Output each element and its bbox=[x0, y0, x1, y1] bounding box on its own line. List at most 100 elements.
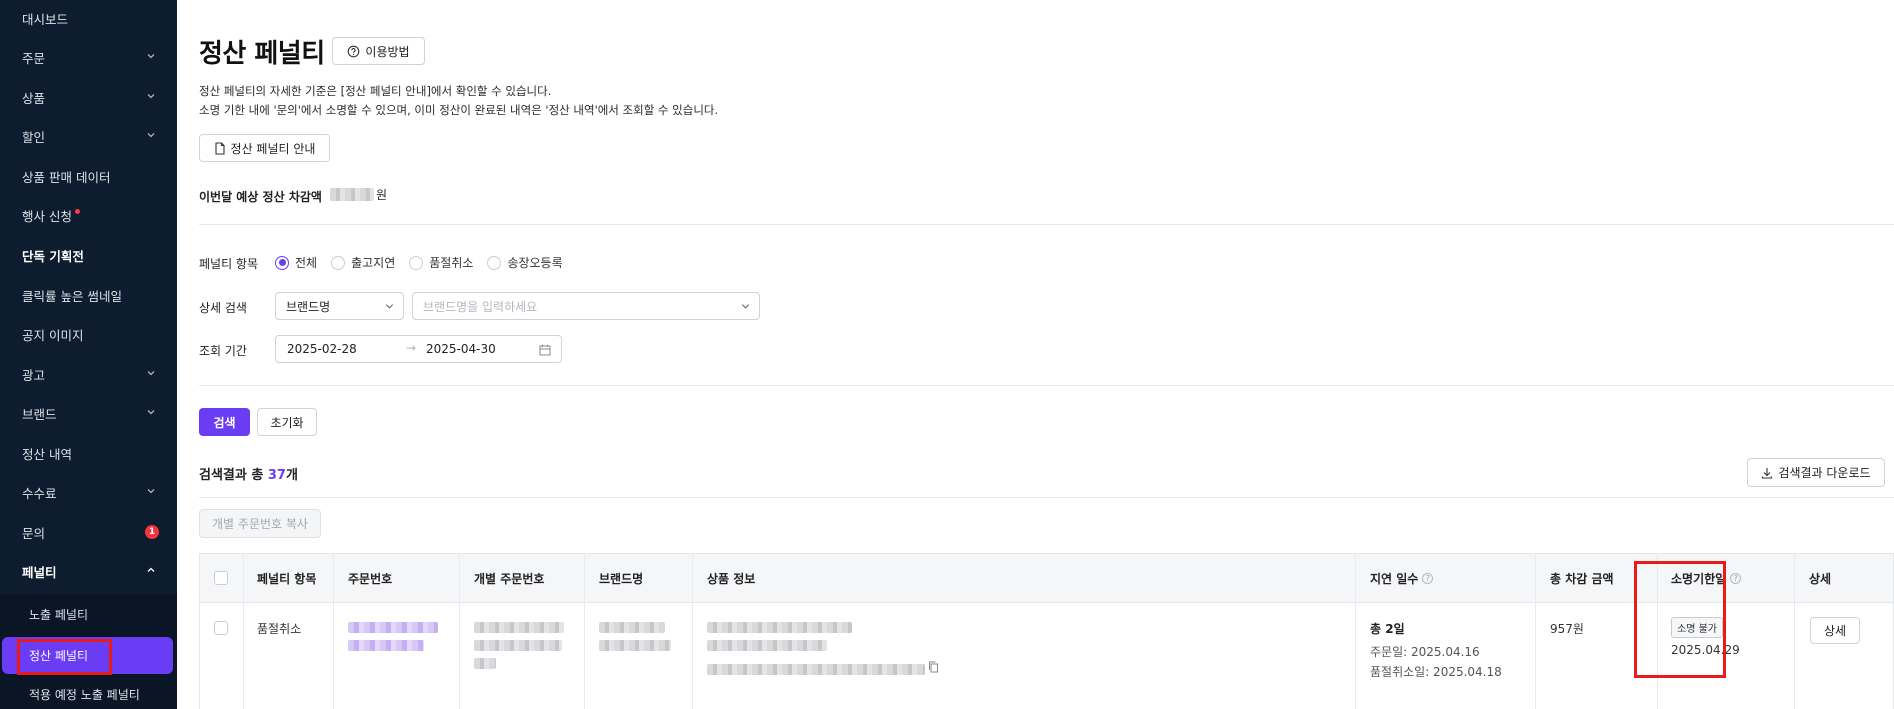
main-content: 정산 페널티 이용방법 정산 페널티의 자세한 기준은 [정산 페널티 안내]에… bbox=[177, 0, 1894, 709]
date-from[interactable]: 2025-02-28 bbox=[287, 342, 357, 356]
penalty-filter-label: 페널티 항목 bbox=[199, 257, 259, 271]
row-checkbox[interactable] bbox=[214, 621, 228, 635]
penalty-guide-button[interactable]: 정산 페널티 안내 bbox=[199, 134, 330, 162]
sidebar-item-label: 상품 판매 데이터 bbox=[22, 169, 111, 185]
brand-search-input[interactable]: 브랜드명을 입력하세요 bbox=[412, 292, 760, 320]
detail-search-select[interactable]: 브랜드명 bbox=[275, 292, 404, 320]
reset-button[interactable]: 초기화 bbox=[257, 408, 317, 436]
page-title: 정산 페널티 bbox=[199, 39, 325, 69]
sidebar-item-exclusive[interactable]: 단독 기획전 bbox=[0, 244, 177, 266]
select-all-checkbox[interactable] bbox=[214, 571, 228, 585]
radio-soldout-cancel[interactable]: 품절취소 bbox=[409, 254, 473, 271]
sidebar-item-label: 문의 bbox=[22, 525, 46, 541]
download-icon bbox=[1762, 467, 1773, 479]
date-to[interactable]: 2025-04-30 bbox=[426, 342, 496, 356]
sidebar-item-inquiry[interactable]: 문의 1 bbox=[0, 521, 177, 543]
sidebar-item-label: 대시보드 bbox=[22, 11, 69, 27]
redacted-order-number[interactable] bbox=[348, 640, 424, 651]
detail-search-label: 상세 검색 bbox=[199, 301, 247, 315]
column-divider bbox=[1355, 554, 1356, 709]
sidebar-subitem-upcoming-penalty[interactable]: 적용 예정 노출 페널티 bbox=[0, 683, 177, 705]
chevron-down-icon bbox=[147, 371, 155, 376]
download-results-button[interactable]: 검색결과 다운로드 bbox=[1747, 458, 1885, 487]
arrow-right-icon: → bbox=[406, 341, 417, 355]
sidebar-item-event-apply[interactable]: 행사 신청 bbox=[0, 204, 177, 226]
radio-wrong-invoice[interactable]: 송장오등록 bbox=[487, 254, 563, 271]
input-placeholder: 브랜드명을 입력하세요 bbox=[423, 299, 538, 314]
column-divider bbox=[243, 554, 244, 709]
radio-shipping-delay[interactable]: 출고지연 bbox=[331, 254, 395, 271]
penalty-type: 품절취소 bbox=[257, 622, 302, 636]
copy-icon[interactable] bbox=[928, 661, 939, 673]
radio-label: 출고지연 bbox=[351, 256, 396, 270]
copy-order-number-button[interactable]: 개별 주문번호 복사 bbox=[199, 509, 321, 538]
download-label: 검색결과 다운로드 bbox=[1778, 466, 1871, 480]
divider bbox=[199, 224, 1894, 225]
help-circle-icon bbox=[348, 45, 360, 57]
column-divider bbox=[692, 554, 693, 709]
column-header-total-deduction: 총 차감 금액 bbox=[1550, 572, 1614, 586]
column-header-delay-days: 지연 일수? bbox=[1370, 570, 1434, 587]
column-divider bbox=[459, 554, 460, 709]
sidebar-subitem-settlement-penalty[interactable]: 정산 페널티 bbox=[2, 637, 173, 674]
redacted-item-order bbox=[474, 658, 496, 669]
radio-label: 품절취소 bbox=[429, 256, 474, 270]
redacted-product-info bbox=[707, 640, 827, 651]
redacted-order-number[interactable] bbox=[348, 622, 438, 633]
penalty-radio-group: 전체 출고지연 품절취소 송장오등록 bbox=[275, 254, 563, 271]
sidebar-item-dashboard[interactable]: 대시보드 bbox=[0, 7, 177, 29]
sidebar-item-ads[interactable]: 광고 bbox=[0, 363, 177, 385]
column-header-order-number: 주문번호 bbox=[348, 572, 393, 586]
sidebar-item-discount[interactable]: 할인 bbox=[0, 125, 177, 147]
date-range-picker[interactable]: 2025-02-28 → 2025-04-30 bbox=[275, 335, 562, 363]
document-icon bbox=[214, 141, 225, 155]
sidebar-item-products[interactable]: 상품 bbox=[0, 86, 177, 108]
howto-button[interactable]: 이용방법 bbox=[332, 37, 425, 65]
column-header-item-order-number: 개별 주문번호 bbox=[474, 572, 545, 586]
sidebar-item-settlement[interactable]: 정산 내역 bbox=[0, 442, 177, 464]
radio-all[interactable]: 전체 bbox=[275, 254, 317, 271]
help-icon[interactable]: ? bbox=[1730, 573, 1742, 584]
description-line-2: 소명 기한 내에 '문의'에서 소명할 수 있으며, 이미 정산이 완료된 내역… bbox=[199, 103, 719, 117]
sidebar-item-notice-image[interactable]: 공지 이미지 bbox=[0, 323, 177, 345]
sidebar-subitem-exposure-penalty[interactable]: 노출 페널티 bbox=[0, 603, 177, 625]
detail-button[interactable]: 상세 bbox=[1810, 617, 1860, 644]
column-header-penalty: 페널티 항목 bbox=[257, 572, 317, 586]
radio-indicator bbox=[409, 255, 424, 270]
results-suffix: 개 bbox=[285, 468, 298, 483]
column-header-product-info: 상품 정보 bbox=[707, 572, 756, 586]
description-line-1: 정산 페널티의 자세한 기준은 [정산 페널티 안내]에서 확인할 수 있습니다… bbox=[199, 84, 552, 98]
redacted-item-order bbox=[474, 640, 562, 651]
redacted-product-info bbox=[707, 622, 852, 633]
sidebar-item-label: 상품 bbox=[22, 90, 46, 106]
sidebar-item-penalty[interactable]: 페널티 bbox=[0, 560, 177, 582]
redacted-brand bbox=[599, 622, 665, 633]
select-value: 브랜드명 bbox=[286, 299, 331, 314]
column-divider bbox=[1794, 554, 1795, 709]
sidebar-item-label: 적용 예정 노출 페널티 bbox=[29, 687, 140, 702]
howto-label: 이용방법 bbox=[365, 44, 410, 59]
help-icon[interactable]: ? bbox=[1422, 573, 1434, 584]
sidebar-item-label: 주문 bbox=[22, 50, 46, 66]
column-divider bbox=[1535, 554, 1536, 709]
sidebar-item-thumbnail[interactable]: 클릭률 높은 썸네일 bbox=[0, 284, 177, 306]
sidebar-item-label: 행사 신청 bbox=[22, 208, 72, 224]
redacted-amount bbox=[330, 188, 374, 201]
redacted-product-info bbox=[707, 664, 925, 675]
sidebar-item-sales-data[interactable]: 상품 판매 데이터 bbox=[0, 165, 177, 187]
sidebar-item-orders[interactable]: 주문 bbox=[0, 46, 177, 68]
chevron-down-icon bbox=[147, 133, 155, 138]
sidebar-item-brand[interactable]: 브랜드 bbox=[0, 402, 177, 424]
sidebar-item-label: 단독 기획전 bbox=[22, 248, 84, 264]
chevron-down-icon bbox=[147, 489, 155, 494]
sidebar-item-label: 페널티 bbox=[22, 564, 57, 580]
sidebar-item-fees[interactable]: 수수료 bbox=[0, 481, 177, 503]
results-prefix: 검색결과 총 bbox=[199, 468, 268, 483]
penalty-table: 페널티 항목 주문번호 개별 주문번호 브랜드명 상품 정보 지연 일수? 총 … bbox=[199, 553, 1894, 709]
column-header-label: 소명기한일 bbox=[1671, 572, 1727, 586]
sidebar-item-label: 공지 이미지 bbox=[22, 327, 84, 343]
sidebar-item-label: 클릭률 높은 썸네일 bbox=[22, 288, 122, 304]
sidebar-item-label: 수수료 bbox=[22, 485, 57, 501]
search-button[interactable]: 검색 bbox=[199, 408, 250, 436]
cancel-date: 품절취소일: 2025.04.18 bbox=[1370, 665, 1502, 679]
